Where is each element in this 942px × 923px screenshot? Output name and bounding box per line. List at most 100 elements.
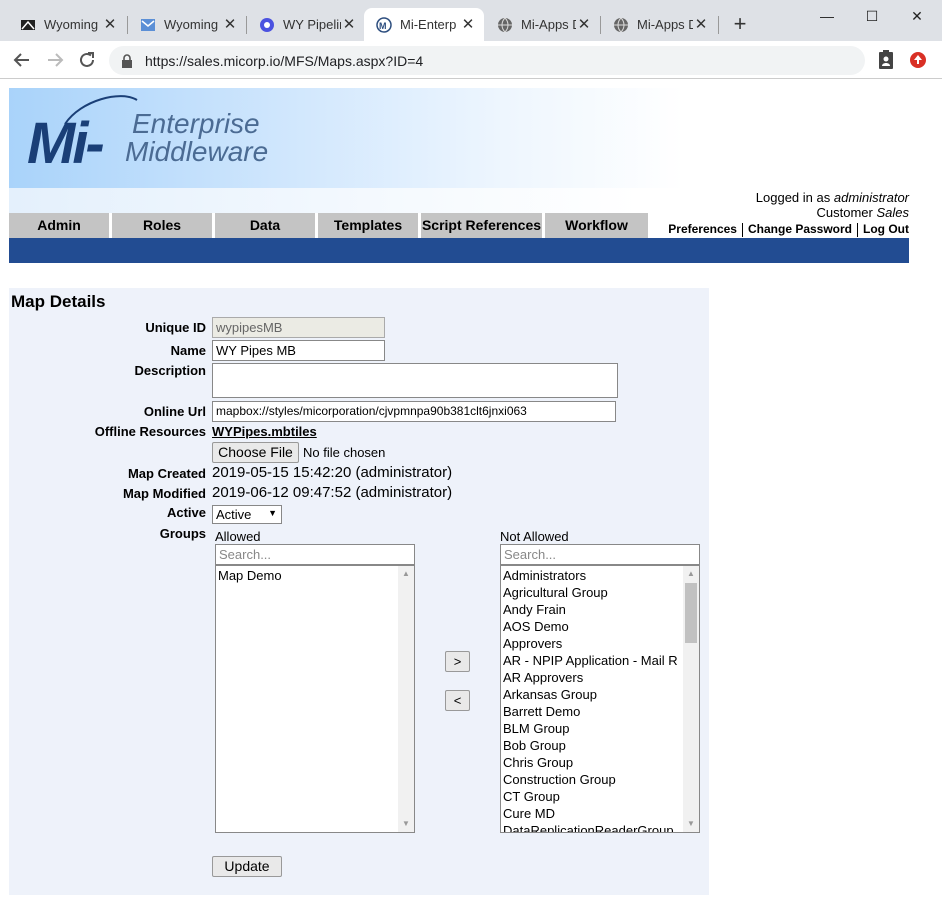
page-title: Map Details <box>11 292 106 311</box>
allowed-header: Allowed <box>215 529 261 544</box>
customer-label: Customer <box>816 205 877 220</box>
name-label: Name <box>170 343 206 358</box>
allowed-list[interactable]: Map Demo ▲ ▼ <box>215 565 415 833</box>
active-select-value: Active <box>216 507 252 522</box>
logged-in-label: Logged in as <box>755 190 834 205</box>
menu-admin[interactable]: Admin <box>9 213 112 238</box>
no-file-text: No file chosen <box>303 445 386 460</box>
list-item[interactable]: Cure MD <box>501 805 684 822</box>
list-item[interactable]: Approvers <box>501 635 684 652</box>
maximize-button[interactable]: ☐ <box>849 4 895 28</box>
list-item[interactable]: Bob Group <box>501 737 684 754</box>
map-created-label: Map Created <box>127 466 206 481</box>
scroll-down-icon[interactable]: ▼ <box>683 816 699 832</box>
offline-file-link[interactable]: WYPipes.mbtiles <box>212 424 317 439</box>
list-item[interactable]: Agricultural Group <box>501 584 684 601</box>
mi-favicon-icon: M <box>376 16 392 33</box>
unique-id-label: Unique ID <box>145 320 206 335</box>
list-item[interactable]: Barrett Demo <box>501 703 684 720</box>
customer-name: Sales <box>876 205 909 220</box>
globe-favicon-icon <box>613 17 629 33</box>
tab-label: Mi-Apps D <box>637 17 693 32</box>
map-modified-value: 2019-06-12 09:47:52 (administrator) <box>212 484 453 501</box>
svg-text:M: M <box>379 21 387 31</box>
user-name: administrator <box>833 190 909 205</box>
close-tab-icon[interactable]: ✕ <box>222 16 238 33</box>
list-item[interactable]: AR Approvers <box>501 669 684 686</box>
reload-icon[interactable] <box>75 48 99 72</box>
new-tab-button[interactable]: + <box>729 13 751 36</box>
not-allowed-scrollbar[interactable]: ▲ ▼ <box>683 566 699 832</box>
address-bar[interactable]: https://sales.micorp.io/MFS/Maps.aspx?ID… <box>109 46 865 75</box>
update-button[interactable]: Update <box>212 856 282 877</box>
user-links: Preferences Change Password Log Out <box>663 222 909 237</box>
description-label: Description <box>134 363 206 378</box>
active-label: Active <box>166 505 206 520</box>
user-info: Logged in as administrator Customer Sale… <box>756 190 909 220</box>
tab-label: WY Pipelin <box>283 17 341 32</box>
minimize-button[interactable]: — <box>804 4 850 28</box>
tab-label: Wyoming <box>44 17 99 32</box>
scroll-down-icon[interactable]: ▼ <box>398 816 414 832</box>
name-field[interactable]: WY Pipes MB <box>212 340 385 361</box>
list-item[interactable]: DataReplicationReaderGroup <box>501 822 684 832</box>
list-item[interactable]: Construction Group <box>501 771 684 788</box>
menu-roles[interactable]: Roles <box>112 213 215 238</box>
choose-file-button[interactable]: Choose File <box>212 442 299 463</box>
unique-id-field: wypipesMB <box>212 317 385 338</box>
move-right-button[interactable]: > <box>445 651 470 672</box>
change-password-link[interactable]: Change Password <box>743 222 857 237</box>
list-item[interactable]: Map Demo <box>216 567 414 584</box>
globe-favicon-icon <box>497 17 513 33</box>
tab-label: Mi-Enterp <box>400 17 457 32</box>
menu-data[interactable]: Data <box>215 213 318 238</box>
list-item[interactable]: Chris Group <box>501 754 684 771</box>
close-window-button[interactable]: ✕ <box>894 4 940 28</box>
url-text: https://sales.micorp.io/MFS/Maps.aspx?ID… <box>145 52 424 69</box>
close-tab-icon[interactable]: ✕ <box>341 16 357 33</box>
browser-tab-active[interactable]: M Mi-Enterp ✕ <box>364 8 484 41</box>
online-url-label: Online Url <box>143 404 206 419</box>
menu-templates[interactable]: Templates <box>318 213 421 238</box>
browser-tab[interactable]: Mi-Apps D ✕ <box>485 8 600 41</box>
browser-tab[interactable]: Mi-Apps D ✕ <box>601 8 717 41</box>
browser-tab[interactable]: WY Pipelin ✕ <box>247 8 365 41</box>
description-field[interactable] <box>212 363 618 398</box>
mail-favicon-icon <box>140 17 156 33</box>
allowed-scrollbar[interactable]: ▲ ▼ <box>398 566 414 832</box>
map-modified-label: Map Modified <box>122 486 206 501</box>
list-item[interactable]: Administrators <box>501 567 684 584</box>
lock-icon <box>121 53 133 68</box>
active-select[interactable]: Active ▼ <box>212 505 282 524</box>
browser-tab[interactable]: Wyoming ✕ <box>8 8 126 41</box>
menu-workflow[interactable]: Workflow <box>545 213 648 238</box>
scroll-thumb[interactable] <box>685 583 697 643</box>
menu-script-references[interactable]: Script References <box>421 213 545 238</box>
clipboard-icon[interactable] <box>874 48 898 72</box>
logout-link[interactable]: Log Out <box>858 222 909 237</box>
move-left-button[interactable]: < <box>445 690 470 711</box>
list-item[interactable]: BLM Group <box>501 720 684 737</box>
close-tab-icon[interactable]: ✕ <box>102 16 118 33</box>
close-tab-icon[interactable]: ✕ <box>460 16 476 33</box>
list-item[interactable]: Andy Frain <box>501 601 684 618</box>
update-icon[interactable] <box>906 48 930 72</box>
close-tab-icon[interactable]: ✕ <box>693 16 709 33</box>
list-item[interactable]: AR - NPIP Application - Mail R <box>501 652 684 669</box>
online-url-field[interactable]: mapbox://styles/micorporation/cjvpmnpa90… <box>212 401 616 422</box>
browser-tab[interactable]: Wyoming ✕ <box>128 8 246 41</box>
list-item[interactable]: Arkansas Group <box>501 686 684 703</box>
scroll-up-icon[interactable]: ▲ <box>398 566 414 582</box>
pipeline-favicon-icon <box>259 17 275 33</box>
list-item[interactable]: AOS Demo <box>501 618 684 635</box>
preferences-link[interactable]: Preferences <box>663 222 742 237</box>
forward-icon[interactable] <box>43 48 67 72</box>
allowed-search-input[interactable]: Search... <box>215 544 415 565</box>
back-icon[interactable] <box>10 48 34 72</box>
not-allowed-list[interactable]: Administrators Agricultural Group Andy Fra… <box>500 565 700 833</box>
scroll-up-icon[interactable]: ▲ <box>683 566 699 582</box>
not-allowed-search-input[interactable]: Search... <box>500 544 700 565</box>
list-item[interactable]: CT Group <box>501 788 684 805</box>
tab-label: Wyoming <box>164 17 219 32</box>
close-tab-icon[interactable]: ✕ <box>576 16 592 33</box>
